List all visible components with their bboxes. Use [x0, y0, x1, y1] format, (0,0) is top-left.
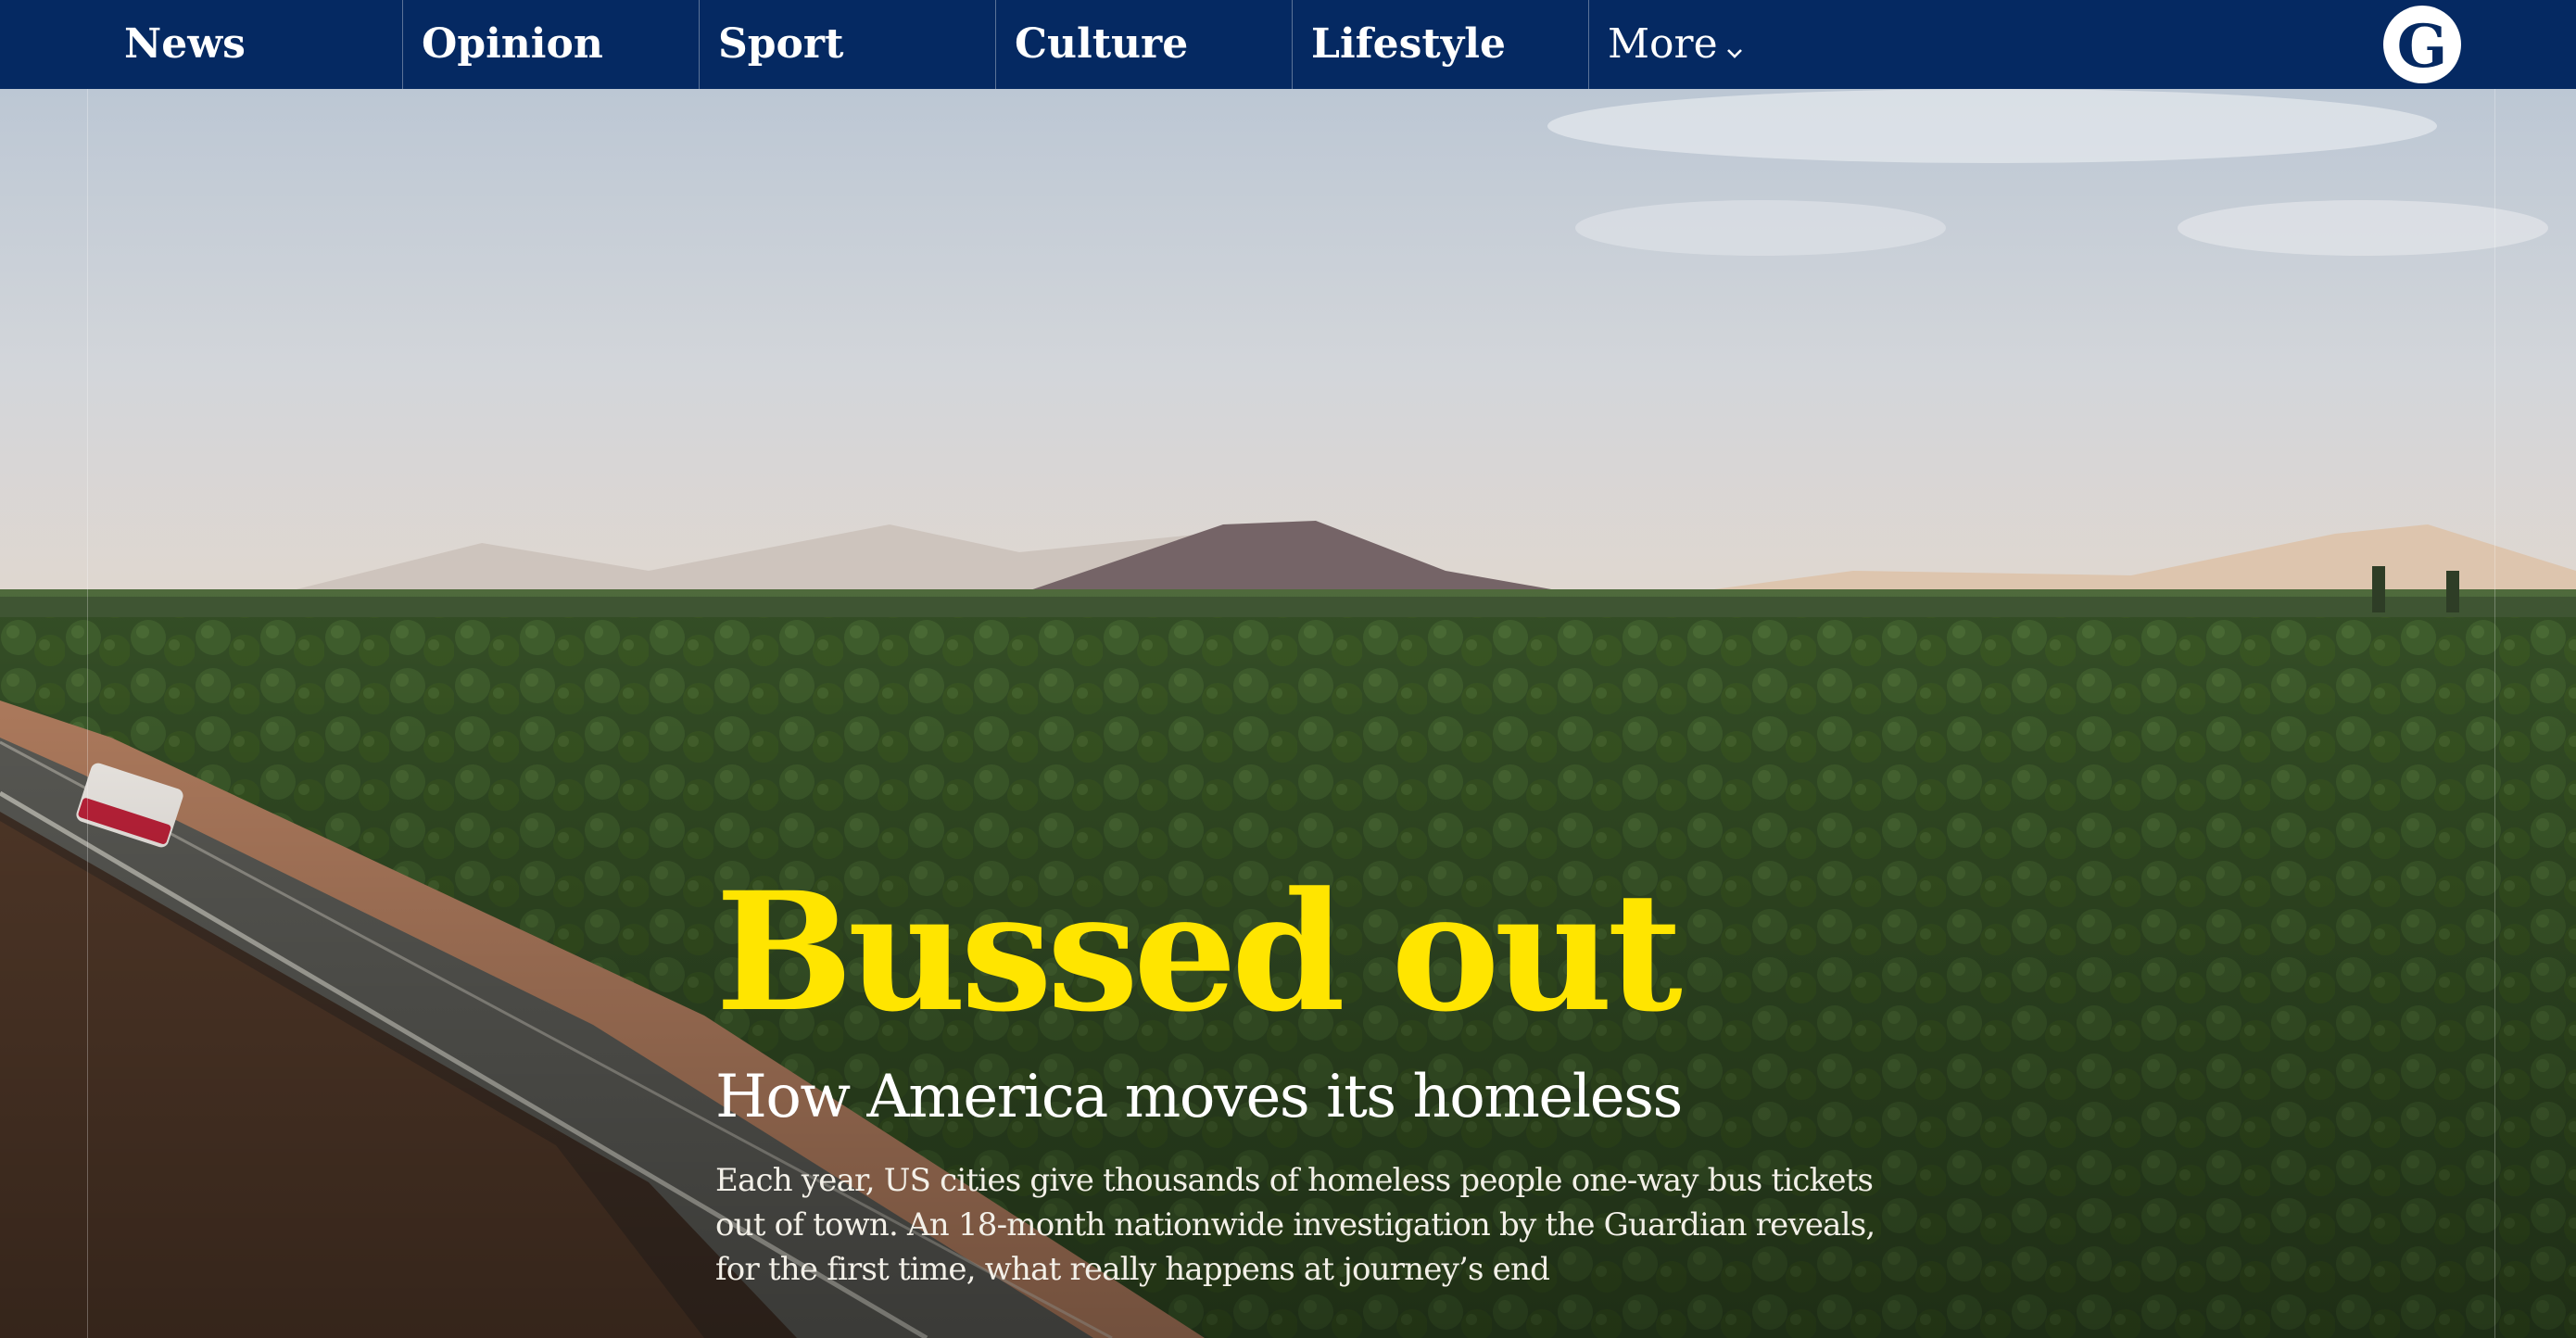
nav-item-lifestyle[interactable]: Lifestyle [1292, 0, 1588, 89]
nav-item-culture[interactable]: Culture [995, 0, 1292, 89]
top-navigation: News Opinion Sport Culture Lifestyle Mor… [0, 0, 2576, 89]
headline: Bussed out [715, 856, 1683, 1048]
chevron-down-icon [1725, 3, 1744, 92]
nav-item-sport[interactable]: Sport [699, 0, 995, 89]
standfirst: How America moves its homeless [715, 1063, 1683, 1131]
hero-background-image [0, 89, 2576, 1338]
nav-more-label: More [1608, 20, 1718, 68]
hero-video[interactable]: Bussed out How America moves its homeles… [0, 89, 2576, 1338]
nav-item-opinion[interactable]: Opinion [402, 0, 699, 89]
guardian-logo-icon: G [2397, 12, 2448, 82]
gutter-line-right [2494, 89, 2495, 1338]
guardian-logo[interactable]: G [2383, 6, 2461, 83]
logo-letter: G [2397, 12, 2448, 82]
gutter-line-left [87, 89, 88, 1338]
intro-text: Each year, US cities give thousands of h… [715, 1162, 1875, 1288]
nav-item-news[interactable]: News [124, 0, 402, 89]
nav-more-button[interactable]: More [1588, 0, 1885, 89]
